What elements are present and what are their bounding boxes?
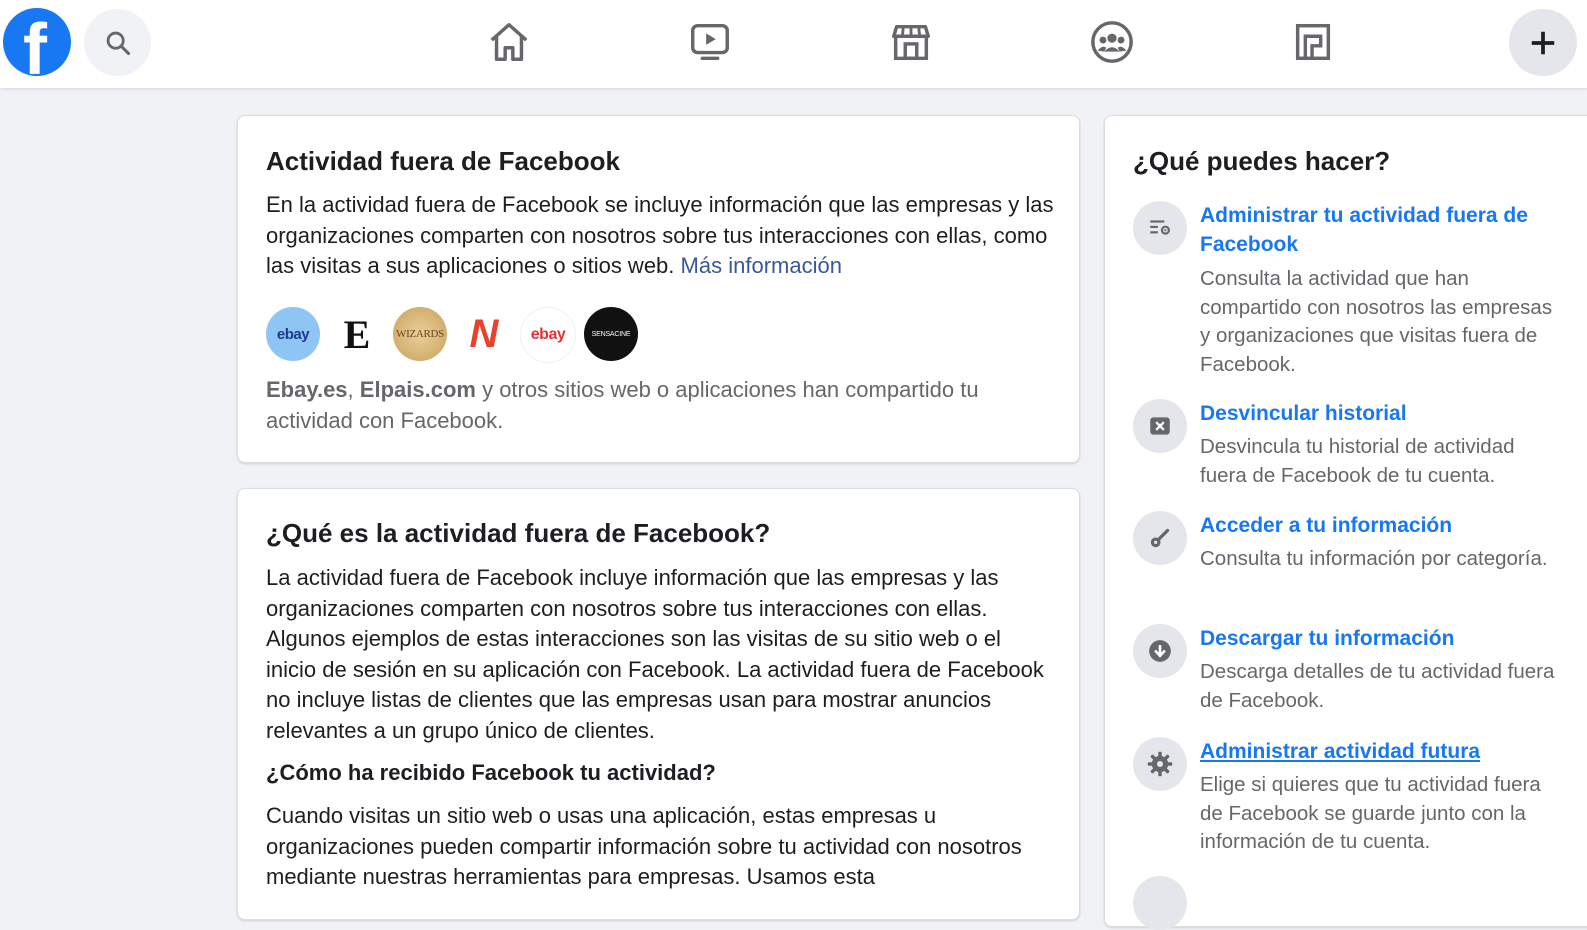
ebay-logo-2[interactable]: ebay	[520, 307, 576, 363]
home-tab[interactable]	[485, 18, 533, 66]
card-title: ¿Qué es la actividad fuera de Facebook?	[266, 518, 771, 548]
top-navigation-bar: f	[0, 0, 1587, 88]
access-info-item[interactable]: Acceder a tu información Consulta tu inf…	[1133, 511, 1573, 611]
plus-icon	[1531, 31, 1555, 54]
more-info-link[interactable]: Más información	[681, 253, 842, 278]
watch-tab[interactable]	[686, 18, 734, 66]
access-info-link[interactable]: Acceder a tu información	[1200, 511, 1560, 540]
summary-separator: ,	[347, 377, 354, 402]
what-is-paragraph: La actividad fuera de Facebook incluye i…	[266, 565, 1044, 743]
marketplace-icon	[892, 24, 930, 61]
n-app-logo-text: N	[469, 311, 499, 356]
elpais-logo-text: E	[343, 311, 371, 357]
sensacine-logo-text: SENSACINE	[591, 330, 631, 338]
download-info-link[interactable]: Descargar tu información	[1200, 624, 1560, 653]
site-ebay: Ebay.es	[266, 377, 348, 402]
access-info-desc: Consulta tu información por categoría.	[1200, 547, 1548, 570]
watch-icon	[691, 23, 729, 61]
gear-icon	[1133, 737, 1187, 791]
ebay-logo-2-text: ebay	[530, 326, 566, 343]
ebay-logo[interactable]: ebay	[266, 307, 320, 361]
create-button[interactable]	[1509, 9, 1577, 76]
marketplace-tab[interactable]	[887, 18, 935, 66]
site-elpais: Elpais.com	[359, 377, 476, 402]
home-icon	[490, 23, 528, 61]
how-received-paragraph: Cuando visitas un sitio web o usas una a…	[266, 803, 1022, 889]
manage-future-item[interactable]: Administrar actividad futura Elige si qu…	[1133, 737, 1573, 867]
gaming-tab[interactable]	[1289, 18, 1337, 66]
manage-activity-desc: Consulta la actividad que han compartido…	[1200, 267, 1553, 376]
manage-activity-item[interactable]: Administrar tu actividad fuera de Facebo…	[1133, 201, 1573, 381]
what-is-activity-card: ¿Qué es la actividad fuera de Facebook? …	[237, 488, 1080, 920]
unlink-history-link[interactable]: Desvincular historial	[1200, 399, 1560, 428]
wizards-logo[interactable]: WIZARDS	[393, 307, 447, 361]
intro-text: En la actividad fuera de Facebook se inc…	[266, 192, 1054, 278]
search-button[interactable]	[84, 9, 151, 76]
manage-future-link[interactable]: Administrar actividad futura	[1200, 737, 1560, 766]
card-intro: En la actividad fuera de Facebook se inc…	[266, 190, 1056, 282]
unlink-history-desc: Desvincula tu historial de actividad fue…	[1200, 435, 1515, 487]
manage-activity-link[interactable]: Administrar tu actividad fuera de Facebo…	[1200, 201, 1560, 259]
key-icon	[1133, 511, 1187, 565]
groups-tab[interactable]	[1088, 18, 1136, 66]
download-info-desc: Descarga detalles de tu actividad fuera …	[1200, 660, 1555, 712]
gaming-icon	[1295, 23, 1331, 61]
unlink-icon	[1133, 399, 1187, 453]
unlink-history-item[interactable]: Desvincular historial Desvincula tu hist…	[1133, 399, 1573, 499]
n-app-logo[interactable]: N	[457, 307, 511, 361]
download-info-item[interactable]: Descargar tu información Descarga detall…	[1133, 624, 1573, 724]
shared-summary: Ebay.es, Elpais.com y otros sitios web o…	[266, 375, 1056, 436]
facebook-logo-letter: f	[23, 10, 47, 76]
groups-icon	[1091, 21, 1133, 63]
how-received-heading: ¿Cómo ha recibido Facebook tu actividad?	[266, 760, 716, 785]
what-can-you-do-panel: ¿Qué puedes hacer? Administrar tu activi…	[1104, 115, 1587, 930]
manage-future-desc: Elige si quieres que tu actividad fuera …	[1200, 773, 1541, 853]
download-icon	[1133, 624, 1187, 678]
search-icon	[106, 31, 130, 55]
wizards-logo-text: WIZARDS	[395, 328, 444, 340]
off-facebook-activity-card: Actividad fuera de Facebook En la activi…	[237, 115, 1080, 463]
ebay-logo-text: ebay	[276, 325, 310, 343]
facebook-logo[interactable]: f	[3, 8, 71, 76]
card-title: Actividad fuera de Facebook	[266, 146, 620, 176]
sensacine-logo[interactable]: SENSACINE	[584, 307, 638, 361]
elpais-logo[interactable]: E	[330, 307, 384, 361]
manage-settings-icon	[1133, 201, 1187, 255]
panel-title: ¿Qué puedes hacer?	[1133, 146, 1391, 176]
more-option-icon	[1133, 876, 1187, 930]
